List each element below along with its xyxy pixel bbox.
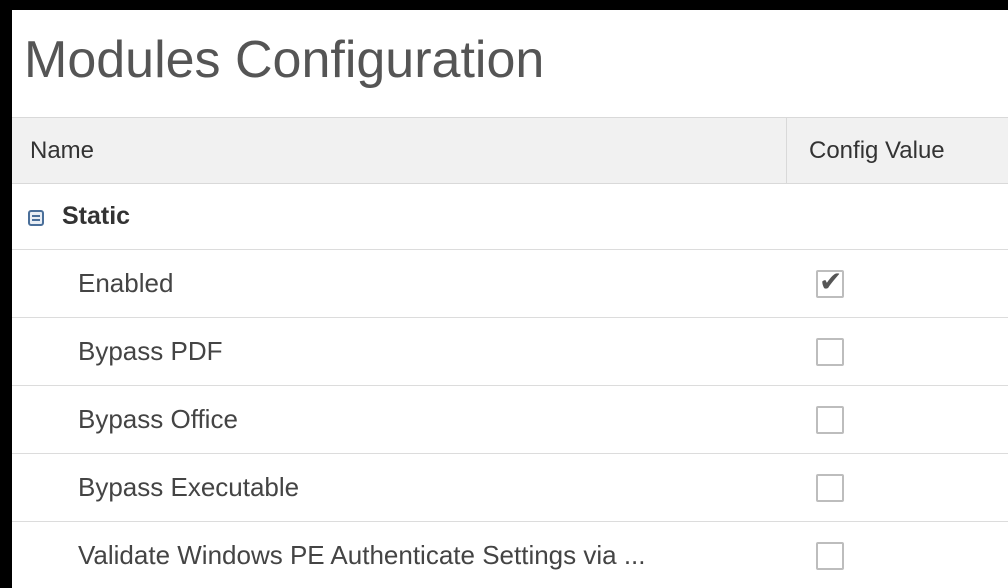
row-label-bypass-pdf: Bypass PDF xyxy=(78,336,223,366)
column-header-config-value[interactable]: Config Value xyxy=(786,118,1008,183)
enabled-checkbox[interactable]: ✔ xyxy=(816,265,844,298)
row-label-bypass-executable: Bypass Executable xyxy=(78,472,300,502)
table-row: Bypass PDF xyxy=(12,318,1008,386)
group-row-static[interactable]: Static xyxy=(12,184,1008,250)
row-label-validate-windows-pe: Validate Windows PE Authenticate Setting… xyxy=(78,540,646,570)
checkmark-icon: ✔ xyxy=(819,265,843,298)
collapse-toggle-icon[interactable] xyxy=(28,210,44,226)
bypass-office-checkbox[interactable] xyxy=(816,406,844,434)
validate-windows-pe-checkbox[interactable] xyxy=(816,542,844,570)
table-row: Validate Windows PE Authenticate Setting… xyxy=(12,522,1008,588)
bypass-executable-checkbox[interactable] xyxy=(816,474,844,502)
table-row: Enabled ✔ xyxy=(12,250,1008,318)
group-label: Static xyxy=(62,202,131,230)
row-label-enabled: Enabled xyxy=(78,268,174,298)
column-header-name[interactable]: Name xyxy=(30,118,94,183)
row-label-bypass-office: Bypass Office xyxy=(78,404,238,434)
table-header: Name Config Value xyxy=(12,117,1008,184)
table-row: Bypass Executable xyxy=(12,454,1008,522)
bypass-pdf-checkbox[interactable] xyxy=(816,338,844,366)
table-row: Bypass Office xyxy=(12,386,1008,454)
page-title: Modules Configuration xyxy=(24,31,545,89)
modules-config-panel: Modules Configuration Name Config Value … xyxy=(12,10,1008,588)
